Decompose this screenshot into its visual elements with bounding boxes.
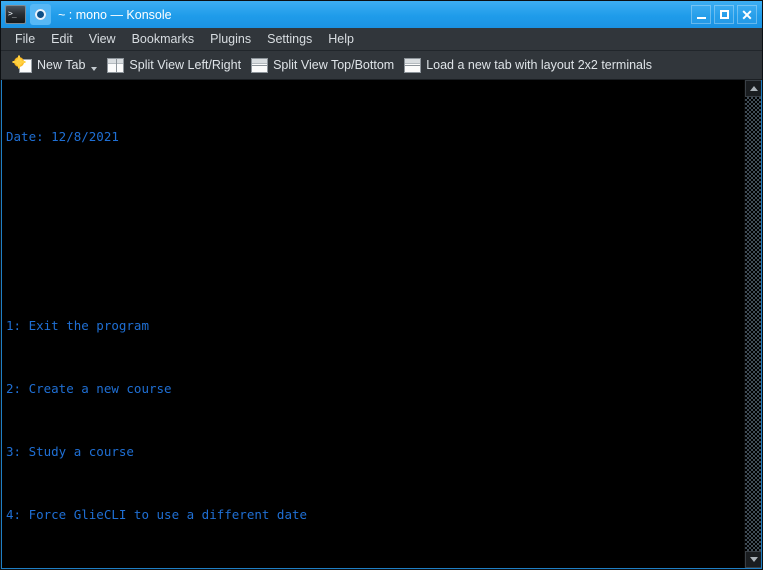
terminal-line: 2: Create a new course xyxy=(6,381,172,396)
menu-item-bookmarks[interactable]: Bookmarks xyxy=(124,30,203,48)
terminal-scrollbar[interactable] xyxy=(744,80,761,568)
split-horizontal-icon xyxy=(251,57,269,73)
menu-item-plugins[interactable]: Plugins xyxy=(202,30,259,48)
menu-bar: File Edit View Bookmarks Plugins Setting… xyxy=(1,28,762,51)
menu-item-settings[interactable]: Settings xyxy=(259,30,320,48)
split-quad-icon xyxy=(404,57,422,73)
window-title: ~ : mono — Konsole xyxy=(58,7,172,22)
scroll-up-arrow-icon xyxy=(749,86,758,91)
scroll-up-button[interactable] xyxy=(745,80,761,97)
minimize-button[interactable] xyxy=(691,5,711,24)
new-tab-icon xyxy=(14,56,32,74)
terminal-line: Date: 12/8/2021 xyxy=(6,129,119,144)
scroll-down-arrow-icon xyxy=(749,557,758,562)
terminal-icon xyxy=(5,5,26,24)
scroll-down-button[interactable] xyxy=(745,551,761,568)
new-tab-label: New Tab xyxy=(37,58,86,72)
toolbar: New Tab Split View Left/Right Split View… xyxy=(1,51,762,80)
new-tab-button[interactable]: New Tab xyxy=(9,53,102,78)
window-controls: ✕ xyxy=(691,5,760,24)
terminal-line: 4: Force GlieCLI to use a different date xyxy=(6,507,308,522)
terminal-output[interactable]: Date: 12/8/2021 1: Exit the program 2: C… xyxy=(2,80,744,568)
split-vertical-icon xyxy=(107,57,125,73)
maximize-button[interactable] xyxy=(714,5,734,24)
split-view-left-right-button[interactable]: Split View Left/Right xyxy=(102,53,246,78)
close-button[interactable]: ✕ xyxy=(737,5,757,24)
menu-item-help[interactable]: Help xyxy=(320,30,362,48)
konsole-window: ~ : mono — Konsole ✕ File Edit View Book… xyxy=(0,0,763,570)
split-view-top-bottom-button[interactable]: Split View Top/Bottom xyxy=(246,53,399,78)
terminal-area: Date: 12/8/2021 1: Exit the program 2: C… xyxy=(1,80,762,569)
split-view-top-bottom-label: Split View Top/Bottom xyxy=(273,58,395,72)
chevron-down-icon[interactable] xyxy=(91,67,98,71)
load-2x2-layout-button[interactable]: Load a new tab with layout 2x2 terminals xyxy=(399,53,657,78)
terminal-line: 3: Study a course xyxy=(6,444,134,459)
menu-item-file[interactable]: File xyxy=(7,30,43,48)
title-bar[interactable]: ~ : mono — Konsole ✕ xyxy=(1,1,762,28)
load-2x2-layout-label: Load a new tab with layout 2x2 terminals xyxy=(426,58,653,72)
terminal-line: 1: Exit the program xyxy=(6,318,149,333)
konsole-logo-icon xyxy=(30,4,51,25)
scrollbar-track[interactable] xyxy=(745,97,761,551)
menu-item-edit[interactable]: Edit xyxy=(43,30,81,48)
menu-item-view[interactable]: View xyxy=(81,30,124,48)
split-view-left-right-label: Split View Left/Right xyxy=(129,58,242,72)
